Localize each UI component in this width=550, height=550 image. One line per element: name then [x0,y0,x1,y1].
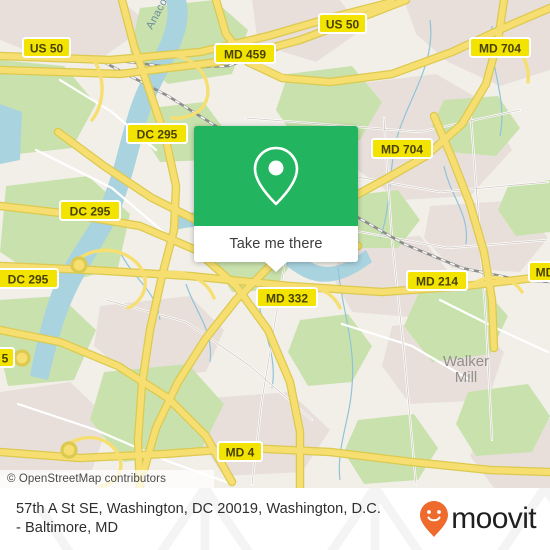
svg-text:DC 295: DC 295 [8,273,49,287]
shield-dc-295-north: DC 295 [126,123,188,144]
map-screenshot: Anacostia River Walker Mill US 50 MD 459 [0,0,550,550]
footer-content: 57th A St SE, Washington, DC 20019, Wash… [0,488,550,550]
shield-md-704-mid: MD 704 [371,138,433,159]
svg-text:Mill: Mill [455,369,478,386]
shield-md-459: MD 459 [214,43,276,64]
location-callout-card[interactable]: Take me there [194,126,358,272]
shield-us-50-east: US 50 [318,13,367,34]
take-me-there-label: Take me there [229,236,323,252]
svg-text:Walker: Walker [443,353,489,370]
card-image-area [194,126,358,226]
svg-text:MD 459: MD 459 [224,48,266,62]
shield-dc-295-mid: DC 295 [59,200,121,221]
svg-text:MD 704: MD 704 [381,143,423,157]
shield-us-50-west: US 50 [22,37,71,58]
shield-md-332: MD 332 [256,287,318,308]
svg-text:MD: MD [536,266,550,280]
svg-text:5: 5 [2,352,9,366]
shield-dc-295-south: DC 295 [0,268,59,289]
shield-clipped-left: 5 [0,347,15,368]
svg-text:MD 704: MD 704 [479,42,521,56]
map-pin-icon [253,146,299,206]
card-pointer-triangle [265,262,287,272]
shield-md-4: MD 4 [217,441,263,462]
location-address-text: 57th A St SE, Washington, DC 20019, Wash… [16,501,381,536]
card-action-area[interactable]: Take me there [194,226,358,272]
moovit-logo[interactable]: moovit [419,500,537,538]
shield-md-214: MD 214 [406,270,468,291]
page-footer: 57th A St SE, Washington, DC 20019, Wash… [0,488,550,550]
svg-text:MD 214: MD 214 [416,275,458,289]
svg-text:US 50: US 50 [326,18,360,32]
svg-text:DC 295: DC 295 [70,205,111,219]
svg-text:DC 295: DC 295 [137,128,178,142]
shield-md-clipped-right: MD [528,261,550,282]
moovit-pin-icon [420,501,449,537]
svg-text:US 50: US 50 [30,42,64,56]
svg-text:MD 332: MD 332 [266,292,308,306]
osm-attribution[interactable]: © OpenStreetMap contributors [0,470,214,488]
svg-text:MD 4: MD 4 [226,446,255,460]
moovit-wordmark: moovit [451,502,536,535]
shield-md-704-north: MD 704 [469,37,531,58]
